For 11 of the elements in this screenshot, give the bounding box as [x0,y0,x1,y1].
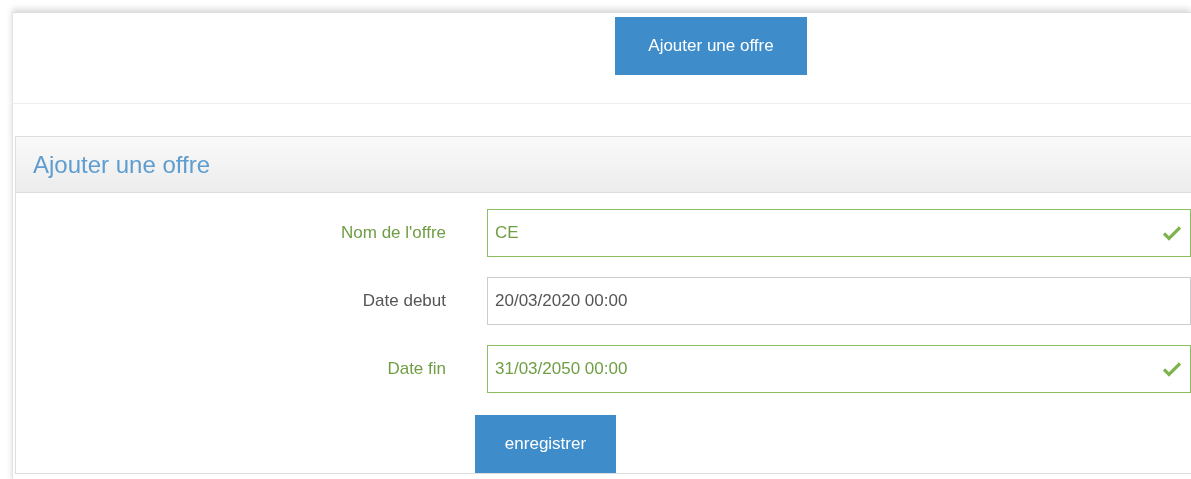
input-field[interactable]: 31/03/2050 00:00 [487,345,1191,393]
add-offer-button[interactable]: Ajouter une offre [615,17,807,75]
checkmark-icon [1163,225,1181,241]
field-label: Date fin [386,359,446,379]
input-field[interactable]: CE [487,209,1191,257]
panel-title: Ajouter une offre [33,150,210,179]
input-field[interactable]: 20/03/2020 00:00 [487,277,1191,325]
field-label: Date debut [361,291,446,311]
checkmark-icon [1163,361,1181,377]
save-button[interactable]: enregistrer [475,415,616,473]
field-label: Nom de l'offre [340,223,446,243]
